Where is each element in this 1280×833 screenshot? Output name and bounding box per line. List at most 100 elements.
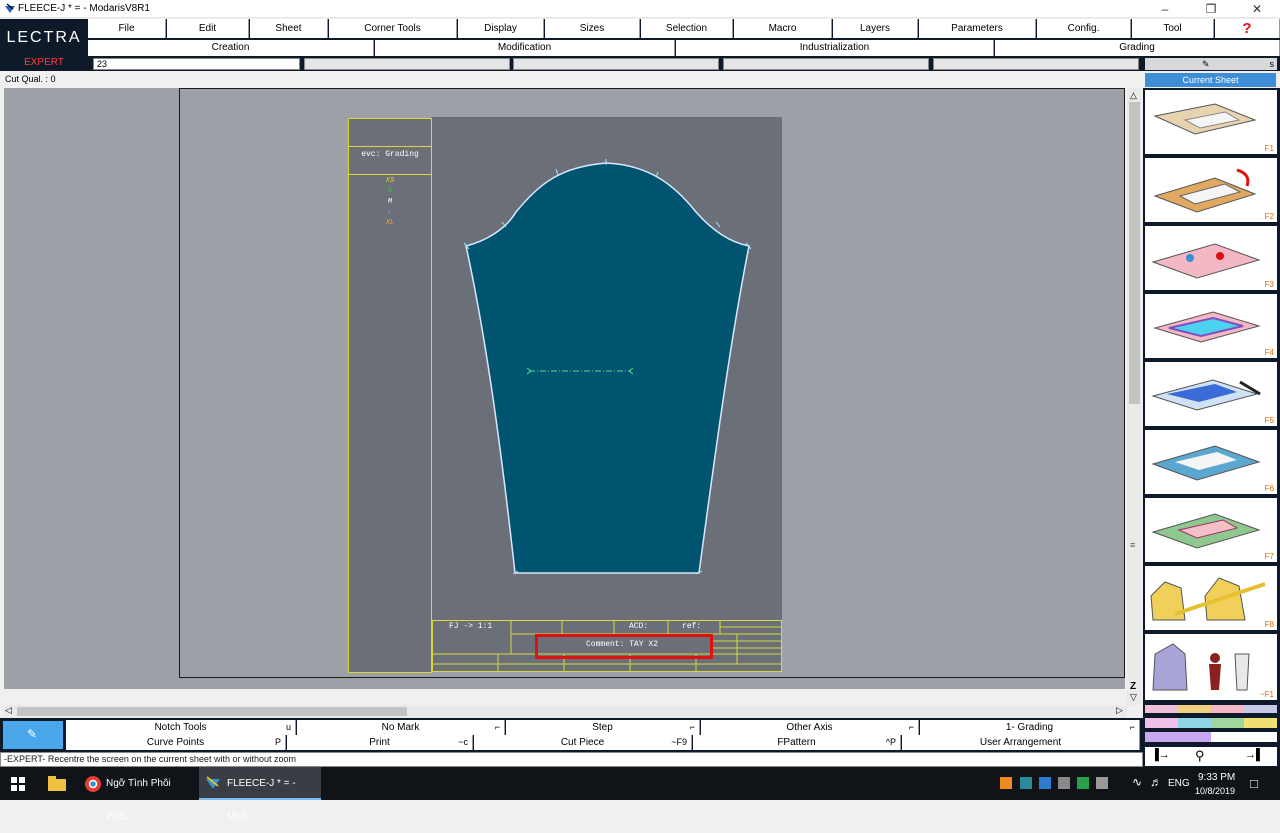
f6-seam-tool[interactable]: F6 — [1145, 430, 1277, 494]
current-sheet-button[interactable]: Current Sheet — [1145, 73, 1276, 87]
language-indicator[interactable]: ENG — [1168, 778, 1190, 789]
grading-mode-button[interactable]: 1- Grading ⌐ — [920, 720, 1140, 735]
tray-app-icon[interactable] — [1039, 777, 1051, 789]
tray-app-icon[interactable] — [1000, 777, 1012, 789]
scroll-down-icon[interactable]: ▽ — [1130, 692, 1137, 703]
maximize-button[interactable]: ❐ — [1188, 0, 1234, 18]
sheet-tool-selector[interactable]: ✎ s — [1145, 58, 1277, 70]
f8-grading-tool[interactable]: F8 — [1145, 566, 1277, 630]
menu-parameters[interactable]: Parameters — [919, 19, 1036, 38]
vertical-scroll-thumb[interactable] — [1129, 102, 1140, 404]
layer-panel: ▐→ ⚲ →▌ — [1143, 702, 1280, 767]
f5-cut-tool[interactable]: F5 — [1145, 362, 1277, 426]
vertical-scrollbar[interactable]: △ ≡ Z ▽ — [1127, 88, 1142, 705]
menu-sizes[interactable]: Sizes — [545, 19, 640, 38]
menu-display[interactable]: Display — [458, 19, 544, 38]
tray-app-icon[interactable] — [1077, 777, 1089, 789]
menu-bar: File Edit Sheet Corner Tools Display Siz… — [88, 19, 1280, 39]
sheet-layout-icon — [1153, 103, 1257, 135]
close-button[interactable]: ✕ — [1234, 0, 1280, 18]
window-title: FLEECE-J * = - ModarisV8R1 — [18, 3, 150, 14]
tab-grading[interactable]: Grading — [995, 40, 1280, 56]
scroll-up-icon[interactable]: △ — [1130, 90, 1137, 101]
menu-edit[interactable]: Edit — [167, 19, 249, 38]
shift-f1-model-tool[interactable]: ~F1 — [1145, 634, 1277, 700]
minimize-button[interactable]: – — [1142, 0, 1188, 18]
f7-size-tool[interactable]: F7 — [1145, 498, 1277, 562]
scroll-right-icon[interactable]: ▷ — [1116, 705, 1123, 716]
notification-icon[interactable]: □ — [1250, 776, 1258, 791]
taskbar-chrome[interactable]: Ngỡ Tình Phôi Phai... — [80, 767, 196, 822]
size-m: M — [387, 198, 393, 206]
scale-label: FJ -> 1:1 — [449, 622, 493, 631]
submenu-bar: Creation Modification Industrialization … — [88, 39, 1280, 57]
selection-tool-button[interactable]: ✎ — [3, 721, 63, 749]
menu-selection[interactable]: Selection — [641, 19, 733, 38]
sleeve-pattern-piece[interactable] — [431, 117, 782, 620]
scroll-left-icon[interactable]: ◁ — [5, 705, 12, 716]
wifi-icon[interactable]: ∿ — [1132, 775, 1142, 789]
f2-rotate-tool[interactable]: F2 — [1145, 158, 1277, 222]
tab-creation[interactable]: Creation — [88, 40, 374, 56]
zoom-z-label: Z — [1130, 681, 1137, 692]
layer-strip-3[interactable] — [1145, 732, 1277, 742]
previous-view-icon[interactable]: ▐→ — [1151, 749, 1170, 761]
clock-date[interactable]: 10/8/2019 — [1195, 786, 1235, 796]
chrome-icon — [85, 776, 101, 792]
taskbar-modaris[interactable]: FLEECE-J * = - Mod... — [199, 767, 321, 822]
windows-start-icon[interactable] — [11, 777, 25, 791]
command-input[interactable]: 23 — [93, 58, 300, 70]
zoom-icon[interactable]: ⚲ — [1195, 748, 1205, 764]
notch-tools-button[interactable]: Notch Tools u — [66, 720, 296, 735]
rotate-piece-icon — [1153, 168, 1257, 213]
piece-outline — [465, 162, 750, 574]
modaris-icon — [206, 776, 220, 789]
param-field-1[interactable] — [304, 58, 510, 70]
tab-modification[interactable]: Modification — [375, 40, 675, 56]
cut-tool-icon — [1151, 379, 1261, 411]
f4-piece-tool[interactable]: F4 — [1145, 294, 1277, 358]
menu-tool[interactable]: Tool — [1132, 19, 1214, 38]
tray-app-icon[interactable] — [1020, 777, 1032, 789]
tab-industrialization[interactable]: Industrialization — [676, 40, 994, 56]
layer-strip-1[interactable] — [1145, 705, 1277, 713]
step-button[interactable]: Step ⌐ — [506, 720, 700, 735]
tag-icon: ✎ — [27, 727, 38, 741]
layer-strip-2[interactable] — [1145, 718, 1277, 728]
seam-tool-icon — [1151, 445, 1261, 481]
system-tray-icons[interactable] — [1000, 777, 1110, 791]
menu-layers[interactable]: Layers — [833, 19, 918, 38]
menu-sheet[interactable]: Sheet — [250, 19, 328, 38]
piece-tool-icon — [1153, 311, 1261, 343]
cut-piece-button[interactable]: Cut Piece ~F9 — [474, 735, 692, 750]
sheet-legend: evc: Grading XS S M L XL — [348, 118, 432, 673]
param-field-2[interactable] — [513, 58, 719, 70]
horizontal-scrollbar[interactable]: ◁ ▷ — [4, 705, 1127, 718]
param-field-3[interactable] — [723, 58, 929, 70]
curve-points-button[interactable]: Curve Points P — [66, 735, 286, 750]
param-field-4[interactable] — [933, 58, 1139, 70]
menu-config[interactable]: Config. — [1037, 19, 1131, 38]
tray-app-icon[interactable] — [1058, 777, 1070, 789]
f1-sheet-tool[interactable]: F1 — [1145, 90, 1277, 154]
tag-icon: ✎ — [1202, 59, 1210, 69]
menu-macro[interactable]: Macro — [734, 19, 832, 38]
tray-app-icon[interactable] — [1096, 777, 1108, 789]
cut-quality-label: Cut Qual. : 0 — [0, 72, 1143, 86]
file-explorer-icon[interactable] — [48, 776, 66, 791]
fpattern-button[interactable]: FPattern ^P — [693, 735, 901, 750]
menu-file[interactable]: File — [88, 19, 166, 38]
horizontal-scroll-thumb[interactable] — [17, 707, 407, 716]
no-mark-button[interactable]: No Mark ⌐ — [297, 720, 505, 735]
print-button[interactable]: Print ~c — [287, 735, 473, 750]
user-arrangement-button[interactable]: User Arrangement — [902, 735, 1140, 750]
next-view-icon[interactable]: →▌ — [1245, 749, 1264, 761]
other-axis-button[interactable]: Other Axis ⌐ — [701, 720, 919, 735]
clock-time[interactable]: 9:33 PM — [1198, 772, 1235, 783]
menu-corner-tools[interactable]: Corner Tools — [329, 19, 457, 38]
help-icon[interactable]: ? — [1215, 19, 1280, 38]
volume-icon[interactable]: ♬ — [1150, 775, 1162, 789]
f3-point-tool[interactable]: F3 — [1145, 226, 1277, 290]
grading-tool-icon — [1150, 577, 1266, 621]
scroll-grip-icon: ≡ — [1130, 540, 1136, 550]
